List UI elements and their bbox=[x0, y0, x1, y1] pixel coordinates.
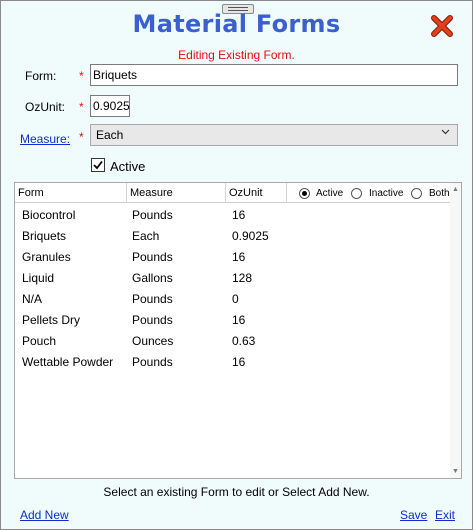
ozunit-label: OzUnit: bbox=[25, 100, 66, 114]
form-required-mark: * bbox=[79, 69, 84, 83]
filter-inactive-label: Inactive bbox=[369, 188, 404, 199]
cell-ozunit: 16 bbox=[232, 208, 246, 222]
cell-form: Briquets bbox=[22, 229, 67, 243]
chevron-down-icon bbox=[441, 127, 450, 139]
cell-form: Pellets Dry bbox=[22, 313, 81, 327]
add-new-link[interactable]: Add New bbox=[20, 508, 69, 522]
table-row[interactable]: Liquid Gallons 128 bbox=[15, 268, 461, 289]
check-icon bbox=[93, 160, 103, 170]
filter-active-label: Active bbox=[316, 188, 344, 199]
cell-measure: Ounces bbox=[132, 334, 174, 348]
save-link[interactable]: Save bbox=[400, 508, 427, 522]
cell-ozunit: 16 bbox=[232, 313, 246, 327]
filter-both-radio[interactable] bbox=[411, 188, 422, 199]
editing-status: Editing Existing Form. bbox=[178, 48, 295, 62]
cell-ozunit: 0.9025 bbox=[232, 229, 269, 243]
cell-form: Liquid bbox=[22, 271, 55, 285]
measure-select[interactable]: Each bbox=[90, 124, 458, 146]
cell-form: N/A bbox=[22, 292, 43, 306]
cell-measure: Pounds bbox=[132, 313, 173, 327]
form-label: Form: bbox=[25, 69, 57, 83]
table-row[interactable]: Biocontrol Pounds 16 bbox=[15, 205, 461, 226]
cell-measure: Pounds bbox=[132, 250, 173, 264]
close-icon[interactable] bbox=[431, 15, 453, 37]
table-row[interactable]: Pellets Dry Pounds 16 bbox=[15, 310, 461, 331]
ozunit-required-mark: * bbox=[79, 100, 84, 114]
scroll-down-icon[interactable]: ▼ bbox=[452, 468, 459, 475]
exit-link[interactable]: Exit bbox=[435, 508, 455, 522]
filter-active-radio[interactable] bbox=[299, 188, 310, 199]
cell-measure: Pounds bbox=[132, 208, 173, 222]
active-checkbox[interactable] bbox=[91, 158, 105, 172]
scroll-up-icon[interactable]: ▲ bbox=[452, 186, 459, 193]
cell-measure: Pounds bbox=[132, 292, 173, 306]
cell-measure: Gallons bbox=[132, 271, 173, 285]
measure-required-mark: * bbox=[79, 130, 84, 144]
window-title: Material Forms bbox=[132, 10, 341, 38]
column-header-measure[interactable]: Measure bbox=[127, 183, 226, 203]
form-name-input[interactable]: Briquets bbox=[90, 64, 458, 86]
instruction-text: Select an existing Form to edit or Selec… bbox=[103, 485, 370, 499]
table-row[interactable]: Pouch Ounces 0.63 bbox=[15, 331, 461, 352]
cell-ozunit: 0 bbox=[232, 292, 239, 306]
cell-ozunit: 128 bbox=[232, 271, 253, 285]
cell-form: Wettable Powder bbox=[22, 355, 114, 369]
ozunit-input[interactable]: 0.9025 bbox=[90, 95, 130, 117]
filter-both-label: Both bbox=[429, 188, 450, 199]
table-row[interactable]: Briquets Each 0.9025 bbox=[15, 226, 461, 247]
column-header-ozunit[interactable]: OzUnit bbox=[226, 183, 287, 203]
cell-ozunit: 16 bbox=[232, 250, 246, 264]
grid-header: Form Measure OzUnit Active Inactive Both bbox=[15, 183, 461, 203]
cell-measure: Each bbox=[132, 229, 160, 243]
cell-form: Biocontrol bbox=[22, 208, 76, 222]
measure-selected-value: Each bbox=[96, 128, 124, 142]
material-forms-window: Material Forms Editing Existing Form. Fo… bbox=[0, 0, 473, 530]
grid-vertical-scrollbar[interactable]: ▲ ▼ bbox=[450, 183, 461, 478]
cell-form: Granules bbox=[22, 250, 71, 264]
table-row[interactable]: Granules Pounds 16 bbox=[15, 247, 461, 268]
cell-ozunit: 0.63 bbox=[232, 334, 256, 348]
forms-grid: Form Measure OzUnit Active Inactive Both… bbox=[14, 182, 462, 479]
active-checkbox-label: Active bbox=[110, 159, 146, 174]
table-row[interactable]: N/A Pounds 0 bbox=[15, 289, 461, 310]
table-row[interactable]: Wettable Powder Pounds 16 bbox=[15, 352, 461, 373]
filter-inactive-radio[interactable] bbox=[351, 188, 362, 199]
cell-measure: Pounds bbox=[132, 355, 173, 369]
measure-link[interactable]: Measure: bbox=[20, 132, 70, 146]
cell-form: Pouch bbox=[22, 334, 57, 348]
cell-ozunit: 16 bbox=[232, 355, 246, 369]
column-header-form[interactable]: Form bbox=[15, 183, 127, 203]
